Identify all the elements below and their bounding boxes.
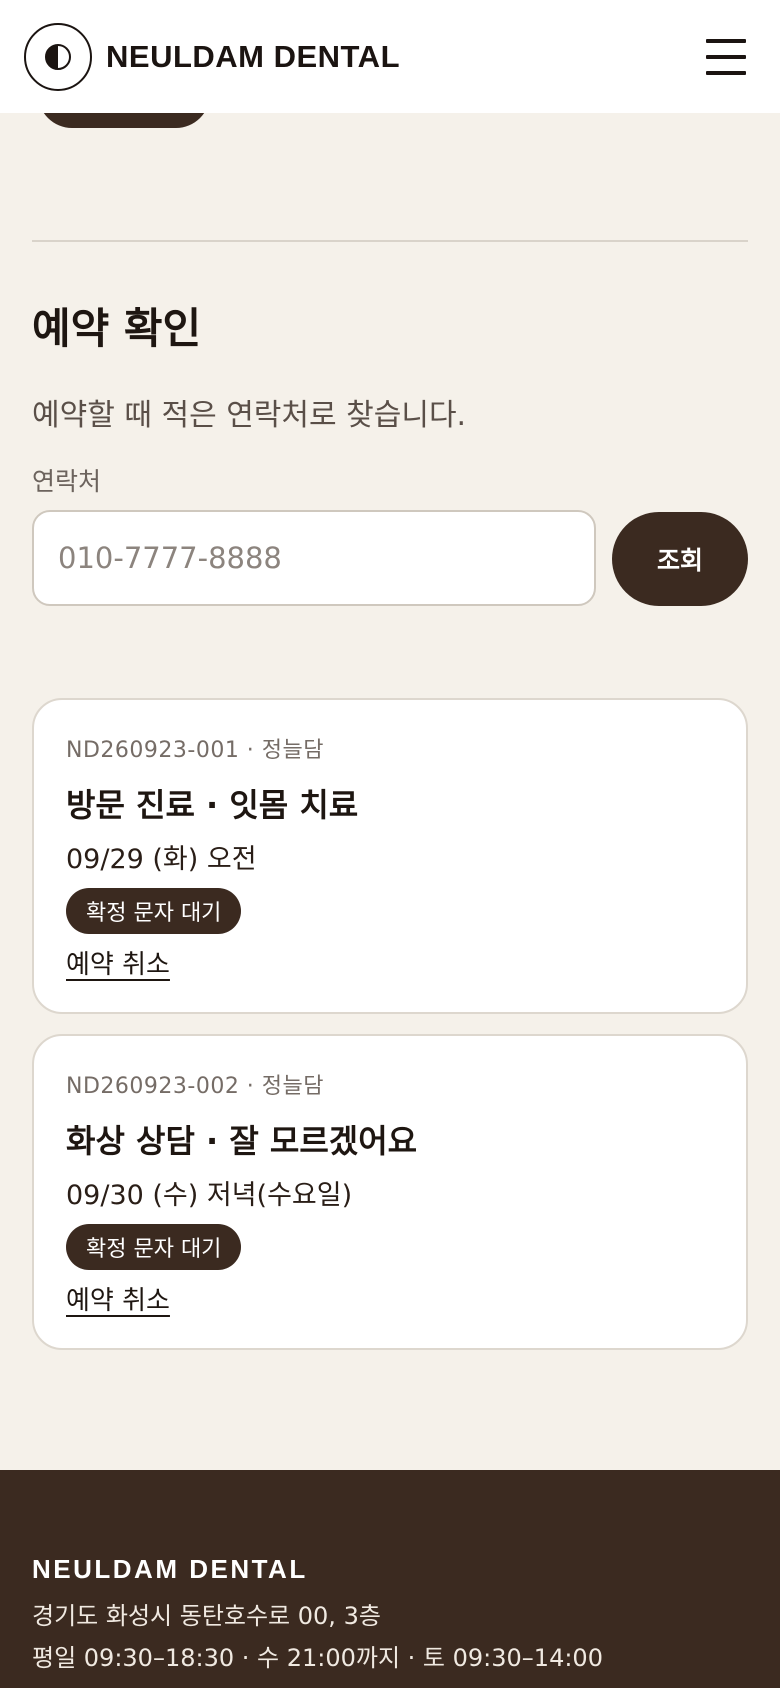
cancel-reservation-link[interactable]: 예약 취소 — [66, 1280, 170, 1317]
hamburger-menu-icon[interactable] — [706, 38, 746, 75]
reservation-ref: ND260923-001 · 정늘담 — [66, 738, 325, 763]
site-header: NEULDAM DENTAL — [0, 0, 780, 113]
cancel-reservation-link[interactable]: 예약 취소 — [66, 944, 170, 981]
reservation-title: 방문 진료 · 잇몸 치료 — [66, 786, 359, 824]
section-divider — [32, 240, 748, 242]
status-badge: 확정 문자 대기 — [66, 888, 242, 934]
reservation-card: ND260923-001 · 정늘담 방문 진료 · 잇몸 치료 09/29 (… — [32, 698, 748, 1014]
reservation-card: ND260923-002 · 정늘담 화상 상담 · 잘 모르겠어요 09/30… — [32, 1034, 748, 1350]
footer-address: 경기도 화성시 동탄호수로 00, 3층 — [32, 1602, 381, 1630]
site-footer: NEULDAM DENTAL 경기도 화성시 동탄호수로 00, 3층 평일 0… — [0, 1470, 780, 1688]
reservation-ref: ND260923-002 · 정늘담 — [66, 1074, 325, 1099]
brand-name[interactable]: NEULDAM DENTAL — [106, 39, 400, 75]
footer-hours: 평일 09:30–18:30 · 수 21:00까지 · 토 09:30–14:… — [32, 1644, 603, 1672]
phone-field-label: 연락처 — [32, 467, 102, 496]
page-title: 예약 확인 — [32, 304, 202, 353]
reservation-title: 화상 상담 · 잘 모르겠어요 — [66, 1122, 418, 1160]
search-button[interactable]: 조회 — [612, 512, 748, 606]
half-moon-icon — [45, 43, 71, 70]
lookup-description: 예약할 때 적은 연락처로 찾습니다. — [32, 398, 467, 433]
reservation-datetime: 09/30 (수) 저녁(수요일) — [66, 1180, 353, 1211]
status-badge: 확정 문자 대기 — [66, 1224, 242, 1270]
phone-input[interactable] — [32, 510, 596, 606]
logo[interactable] — [24, 22, 92, 91]
reservation-datetime: 09/29 (화) 오전 — [66, 844, 257, 875]
footer-brand: NEULDAM DENTAL — [32, 1554, 308, 1584]
